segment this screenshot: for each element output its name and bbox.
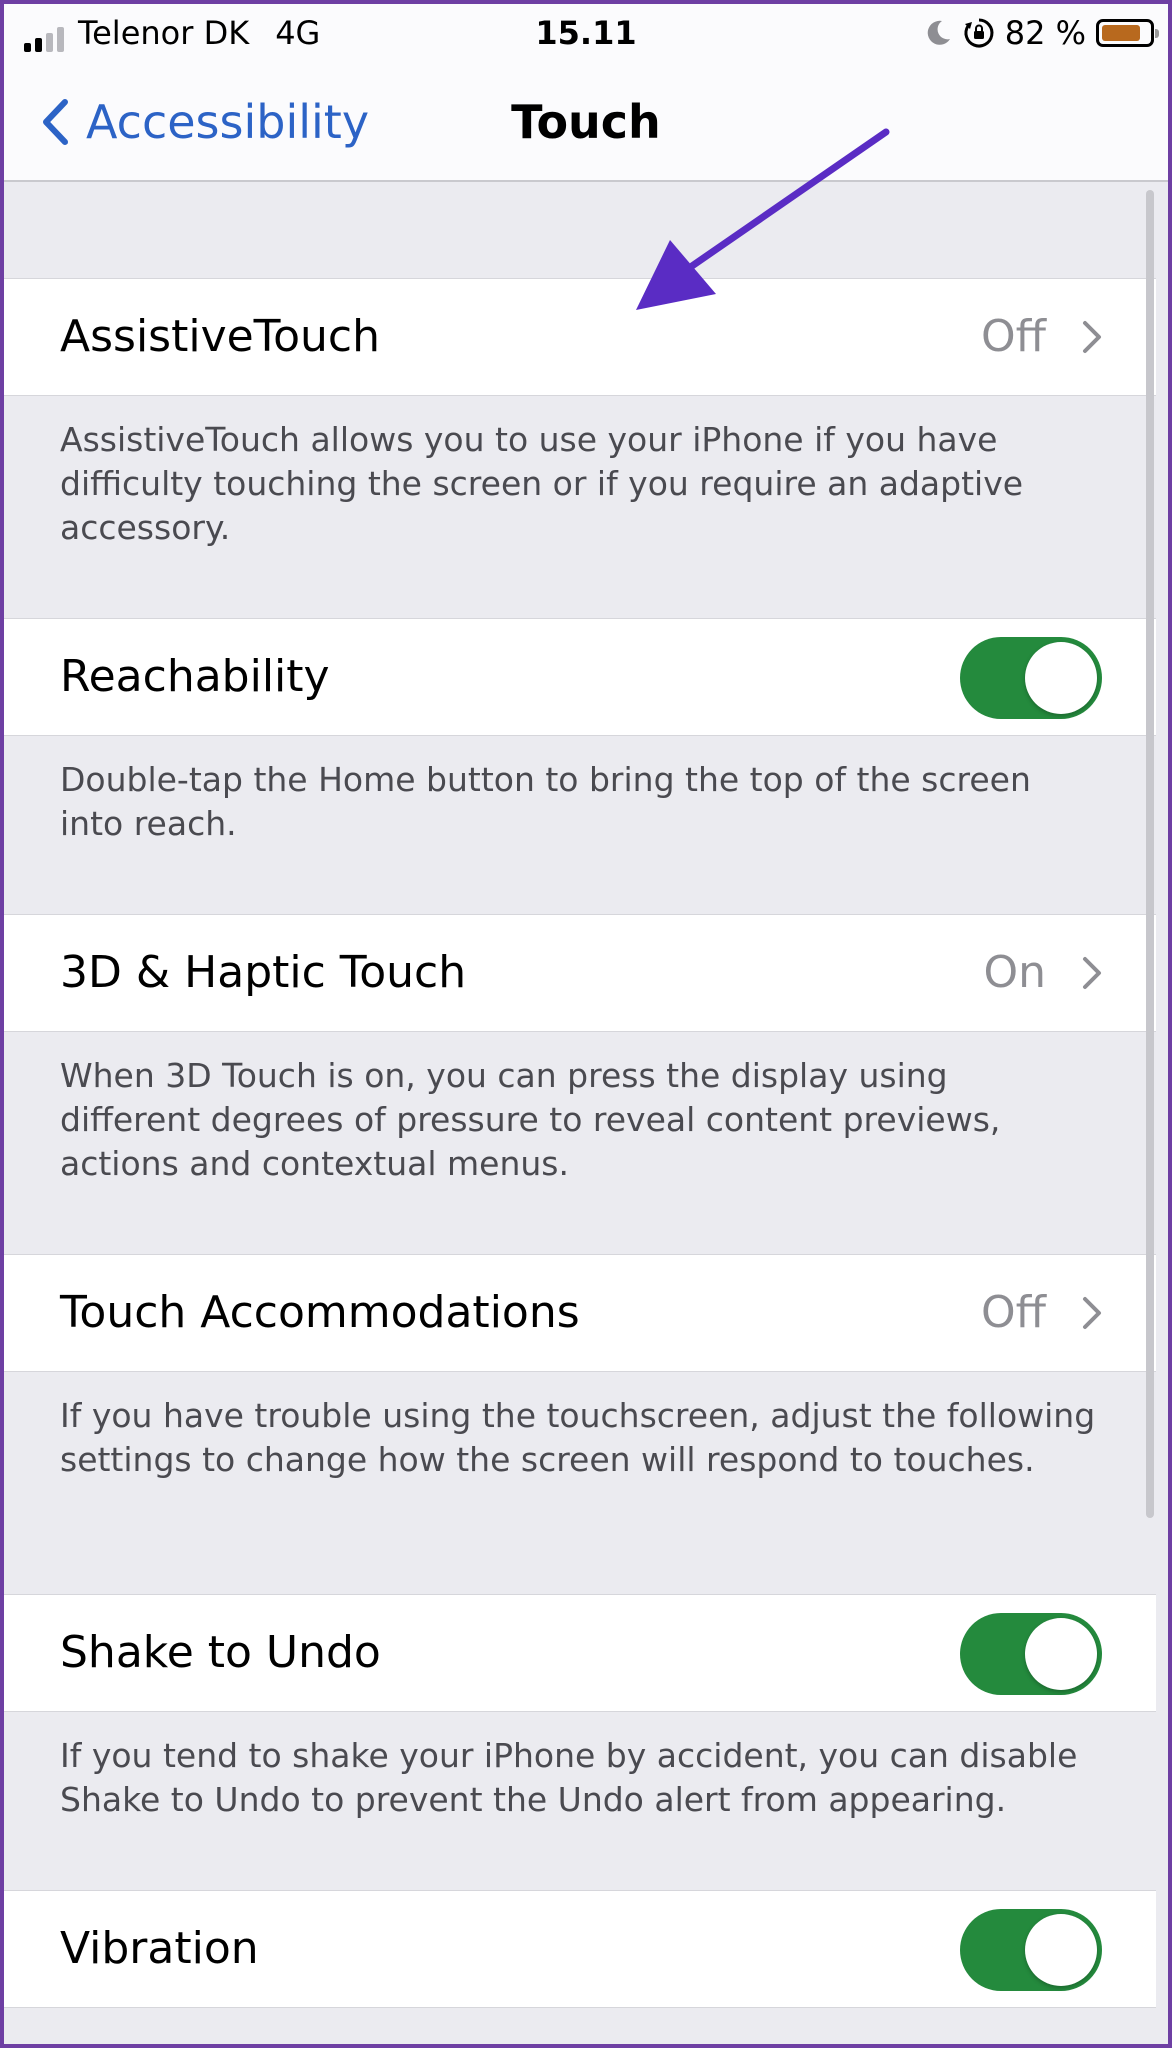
status-left: Telenor DK 4G <box>24 14 320 52</box>
battery-percent: 82 % <box>1004 14 1086 52</box>
signal-bar <box>46 33 53 52</box>
status-right: 82 % <box>923 14 1159 52</box>
chevron-right-icon <box>1083 1297 1101 1329</box>
toggle-knob <box>1025 1618 1097 1690</box>
shake-to-undo-toggle[interactable] <box>960 1613 1102 1695</box>
row-label: 3D & Haptic Touch <box>60 947 467 998</box>
signal-bar <box>24 43 31 52</box>
chevron-left-icon <box>43 99 68 145</box>
touch-accommodations-row[interactable]: Touch Accommodations Off <box>4 1254 1156 1372</box>
status-bar: Telenor DK 4G 15.11 82 % <box>4 4 1168 62</box>
assistive-touch-row[interactable]: AssistiveTouch Off <box>4 278 1156 396</box>
row-label: Shake to Undo <box>60 1627 381 1678</box>
chevron-right-icon <box>1083 957 1101 989</box>
screenshot-frame: Telenor DK 4G 15.11 82 % Accessibility T… <box>0 0 1172 2048</box>
signal-strength-icon <box>24 26 64 52</box>
haptic-touch-row[interactable]: 3D & Haptic Touch On <box>4 914 1156 1032</box>
shake-to-undo-row: Shake to Undo <box>4 1594 1156 1712</box>
battery-fill <box>1102 25 1140 41</box>
chevron-right-icon <box>1083 321 1101 353</box>
scrollbar[interactable] <box>1146 190 1154 1518</box>
battery-icon <box>1096 19 1159 47</box>
back-button-label: Accessibility <box>86 95 370 149</box>
row-value: Off <box>981 311 1046 362</box>
row-label: Vibration <box>60 1923 259 1974</box>
navigation-bar: Accessibility Touch <box>4 62 1168 182</box>
reachability-row: Reachability <box>4 618 1156 736</box>
assistive-touch-footer: AssistiveTouch allows you to use your iP… <box>60 420 1024 547</box>
reachability-footer: Double-tap the Home button to bring the … <box>60 760 1031 843</box>
settings-list: AssistiveTouch Off AssistiveTouch allows… <box>4 182 1156 2008</box>
touch-accommodations-footer: If you have trouble using the touchscree… <box>60 1396 1096 1479</box>
signal-bar <box>57 27 64 52</box>
carrier-name: Telenor DK <box>78 14 250 52</box>
row-label: Reachability <box>60 651 330 702</box>
row-label: Touch Accommodations <box>60 1287 580 1338</box>
reachability-toggle[interactable] <box>960 637 1102 719</box>
network-type: 4G <box>275 14 321 52</box>
vibration-row: Vibration <box>4 1890 1156 2008</box>
vibration-toggle[interactable] <box>960 1909 1102 1991</box>
row-value: Off <box>981 1287 1046 1338</box>
orientation-lock-icon <box>964 18 994 48</box>
haptic-touch-footer: When 3D Touch is on, you can press the d… <box>60 1056 1001 1183</box>
row-value: On <box>983 947 1046 998</box>
battery-nub <box>1155 29 1159 38</box>
signal-bar <box>35 38 42 52</box>
toggle-knob <box>1025 1914 1097 1986</box>
row-label: AssistiveTouch <box>60 311 380 362</box>
shake-to-undo-footer: If you tend to shake your iPhone by acci… <box>60 1736 1078 1819</box>
toggle-knob <box>1025 642 1097 714</box>
moon-icon <box>927 20 950 45</box>
back-button[interactable]: Accessibility <box>40 92 369 152</box>
